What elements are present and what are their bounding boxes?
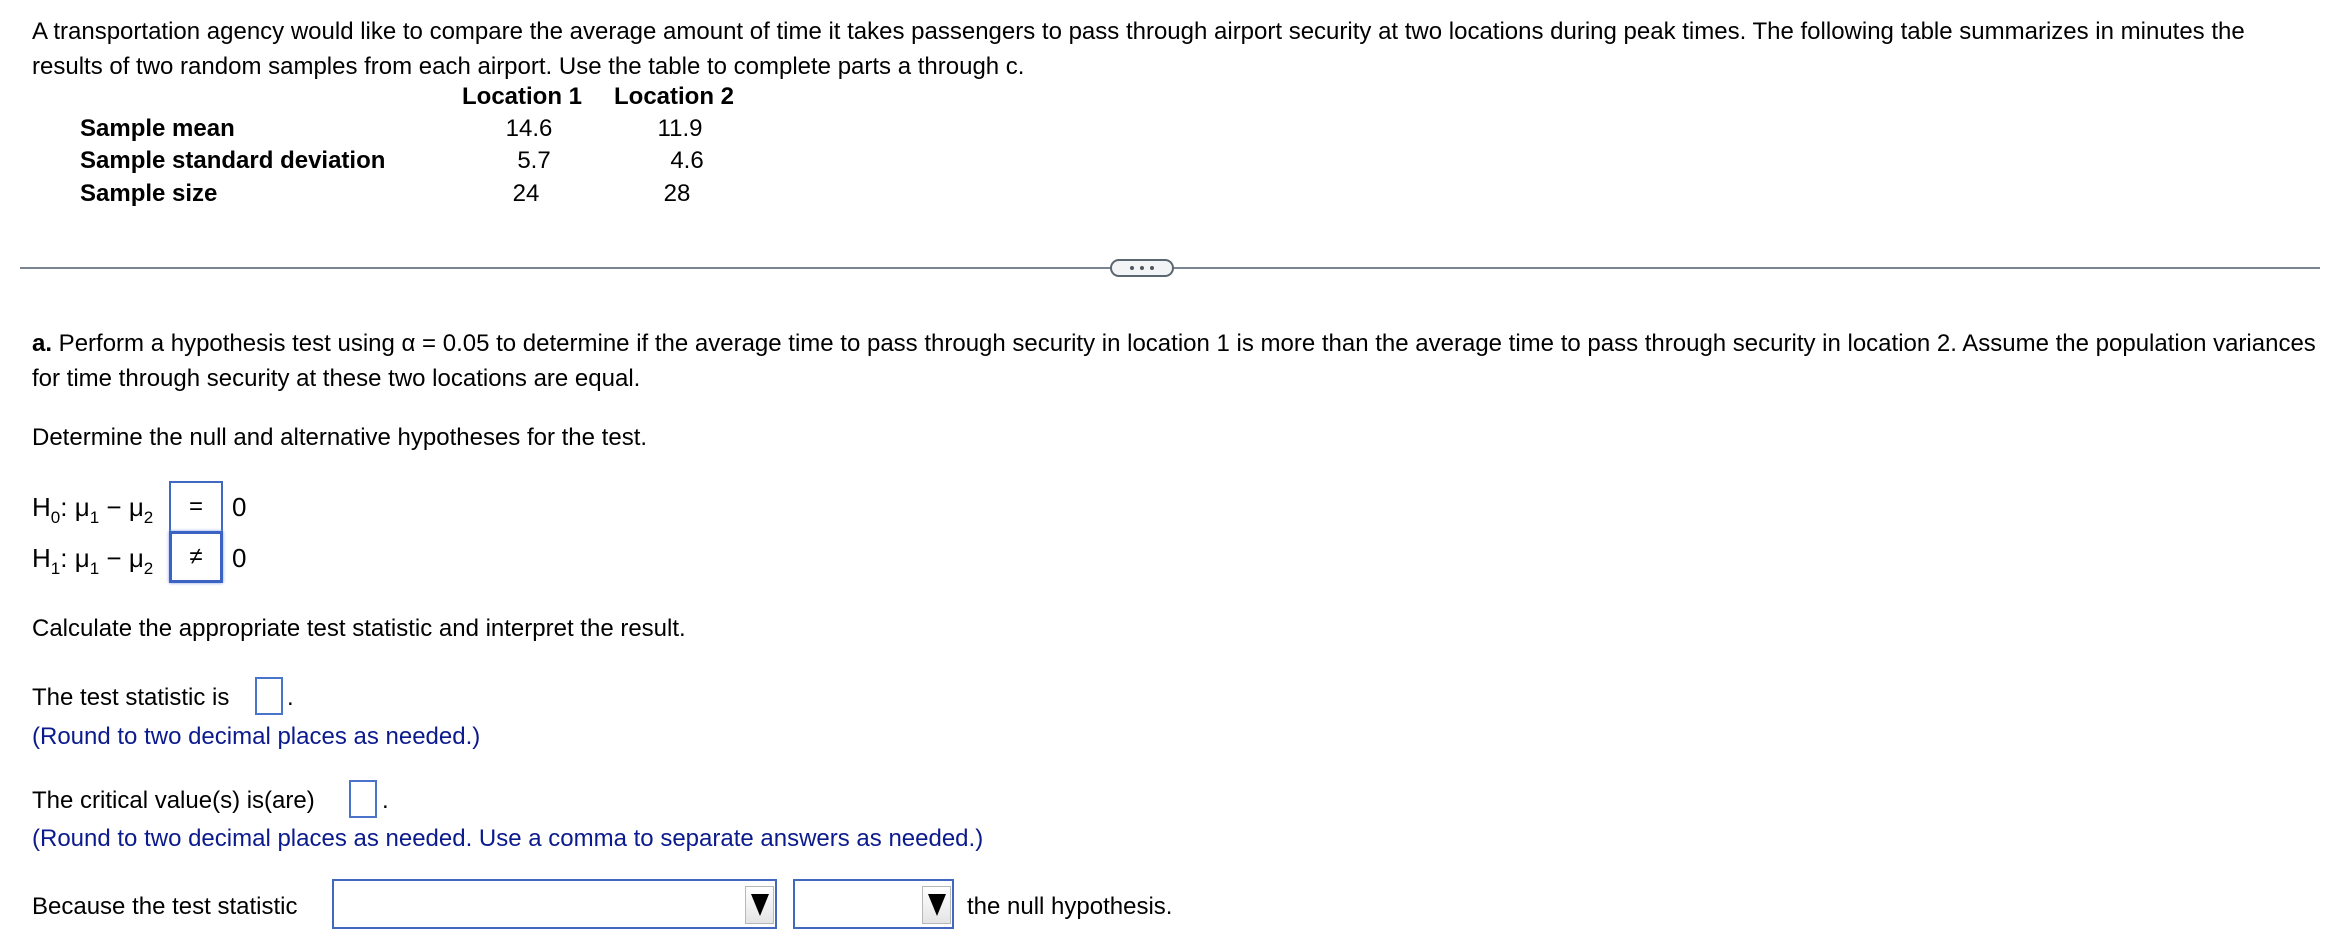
period: . — [287, 684, 294, 711]
caret-down-icon — [927, 894, 946, 916]
expand-button[interactable] — [1110, 259, 1174, 277]
alternative-hypothesis-rhs: 0 — [232, 543, 247, 573]
test-statistic-label: The test statistic is — [32, 684, 230, 711]
calculate-prompt: Calculate the appropriate test statistic… — [32, 615, 686, 642]
dropdown-arrow-button[interactable] — [745, 886, 774, 924]
critical-value-hint: (Round to two decimal places as needed. … — [32, 825, 984, 852]
because-label: Because the test statistic — [32, 893, 298, 920]
table-cell: 14.6 — [505, 115, 553, 142]
table-cell: 28 — [663, 180, 691, 207]
part-a-text: Perform a hypothesis test using — [52, 330, 402, 357]
null-hypothesis-rhs: 0 — [232, 492, 247, 522]
test-statistic-hint: (Round to two decimal places as needed.) — [32, 723, 481, 750]
alpha-symbol: α — [401, 330, 416, 357]
table-cell: 24 — [512, 180, 540, 207]
table-cell: 11.9 — [657, 115, 703, 142]
null-hypothesis-label: H0: μ1 − μ2 — [32, 492, 154, 527]
dropdown-arrow-button[interactable] — [922, 886, 951, 924]
null-hypothesis-operator-select[interactable]: = — [169, 481, 223, 533]
test-statistic-input[interactable] — [255, 677, 283, 715]
period: . — [382, 787, 389, 814]
hypotheses-prompt: Determine the null and alternative hypot… — [32, 424, 648, 451]
more-horizontal-icon — [1130, 266, 1134, 270]
table-row-label: Sample standard deviation — [80, 147, 386, 174]
more-horizontal-icon — [1150, 266, 1154, 270]
table-cell: 5.7 — [517, 147, 551, 174]
problem-intro: A transportation agency would like to co… — [32, 18, 2245, 80]
table-row-label: Sample mean — [80, 115, 235, 142]
table-row-label: Sample size — [80, 180, 218, 207]
critical-value-label: The critical value(s) is(are) — [32, 787, 315, 814]
table-cell: 4.6 — [670, 147, 704, 174]
conclusion-suffix: the null hypothesis. — [967, 893, 1173, 920]
table-header-location-1: Location 1 — [462, 83, 583, 110]
comparison-dropdown[interactable] — [332, 879, 777, 929]
alternative-hypothesis-operator-select[interactable]: ≠ — [169, 531, 223, 583]
alternative-hypothesis-label: H1: μ1 − μ2 — [32, 543, 154, 578]
part-a-prompt: a. Perform a hypothesis test using α = 0… — [32, 326, 2322, 396]
caret-down-icon — [750, 894, 769, 916]
more-horizontal-icon — [1140, 266, 1144, 270]
part-a-label: a. — [32, 330, 53, 357]
critical-value-input[interactable] — [349, 780, 377, 818]
table-header-location-2: Location 2 — [614, 83, 735, 110]
decision-dropdown[interactable] — [793, 879, 954, 929]
